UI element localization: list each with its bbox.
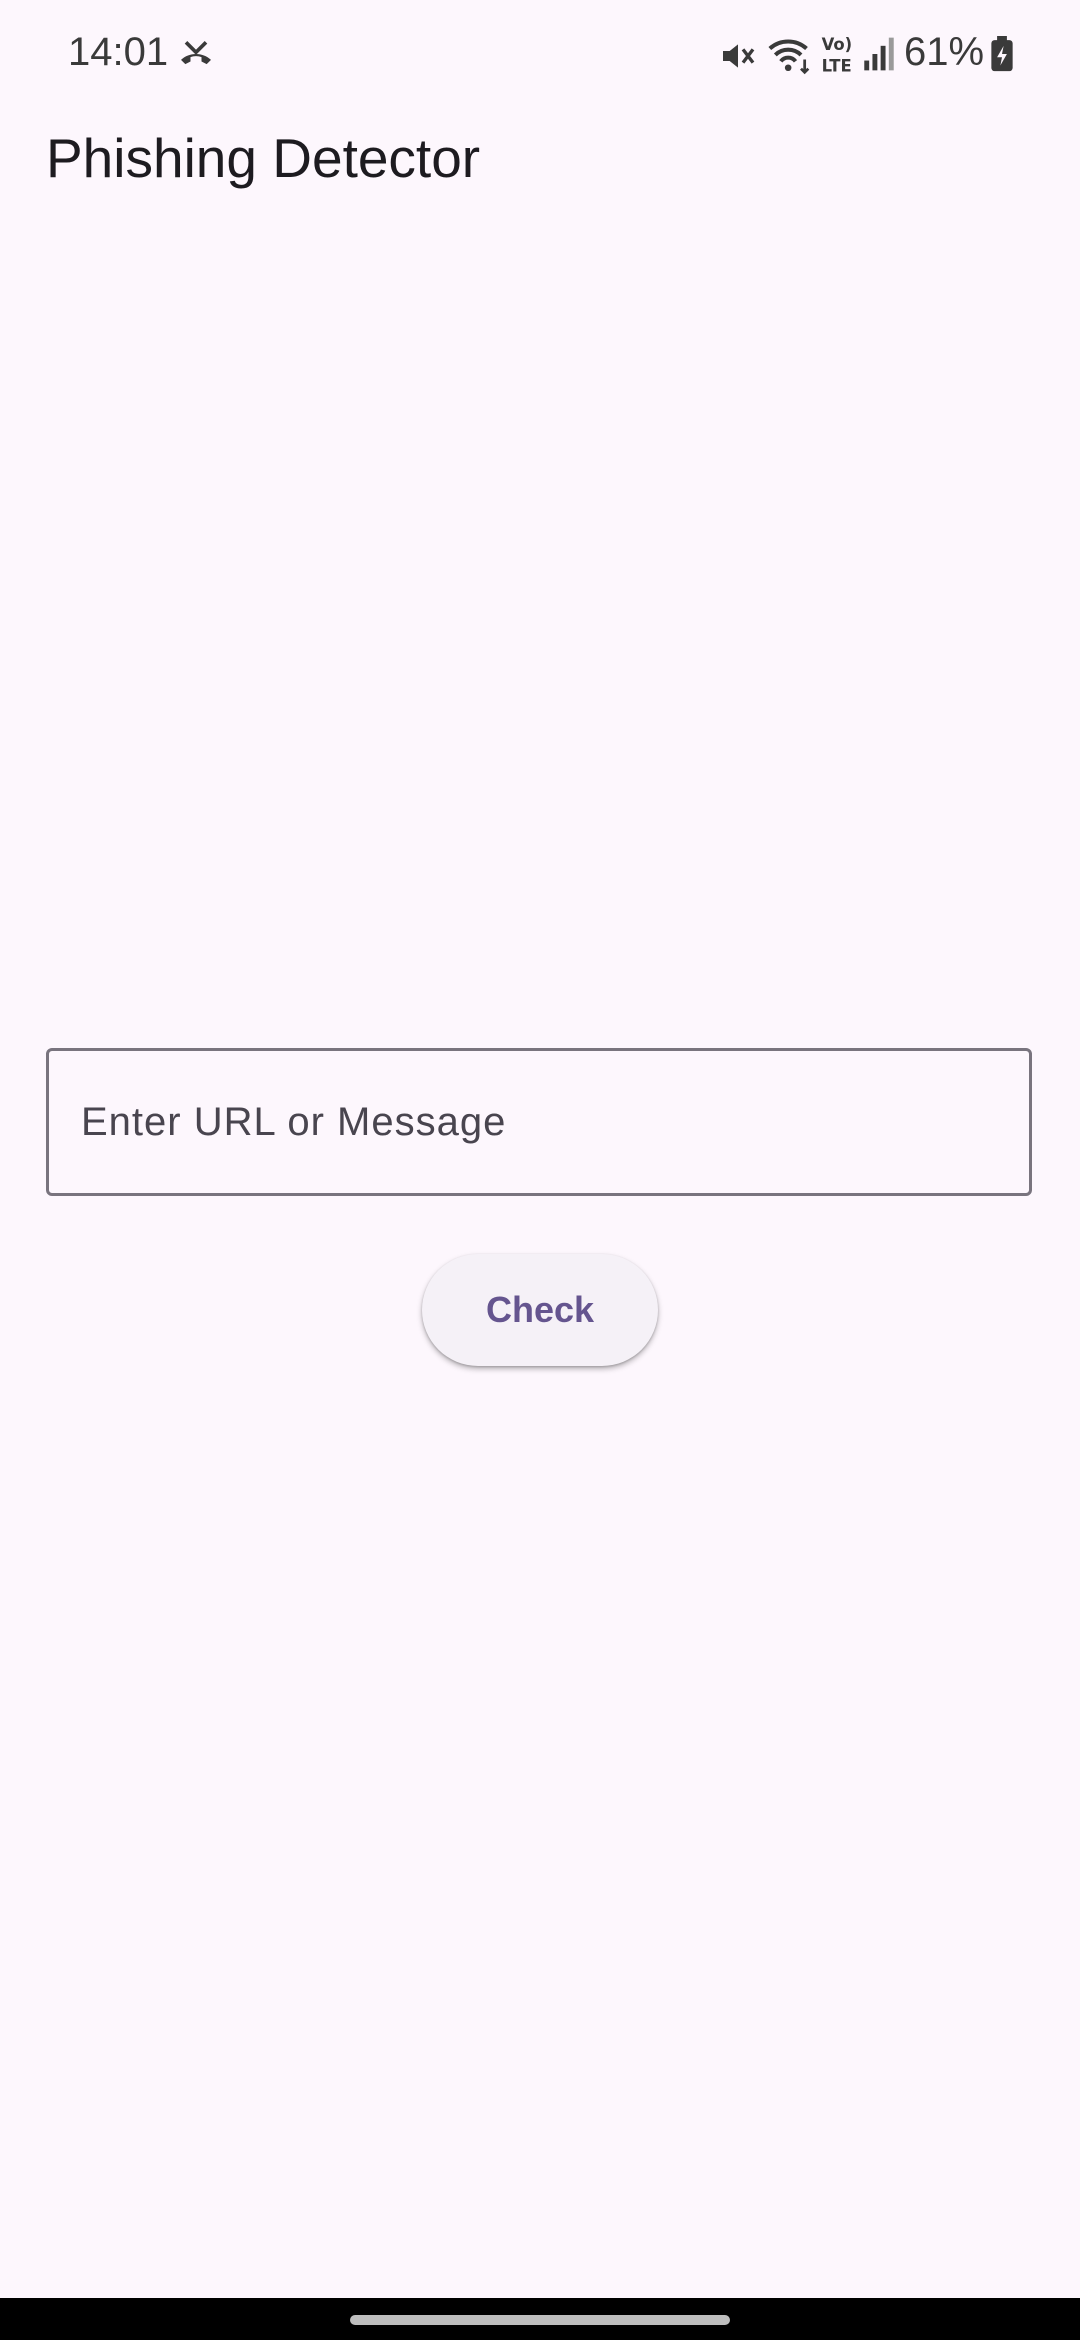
- signal-icon: [864, 37, 894, 71]
- page-title: Phishing Detector: [46, 127, 481, 189]
- status-bar: 14:01 Vo) LTE 61%: [0, 0, 1080, 104]
- wifi-icon: [768, 39, 810, 75]
- url-message-input[interactable]: [46, 1048, 1032, 1196]
- volte-icon: Vo) LTE: [822, 35, 853, 75]
- battery-icon: [991, 36, 1013, 72]
- status-icons: Vo) LTE 61%: [0, 22, 1080, 82]
- battery-percent: 61%: [904, 30, 985, 74]
- mute-icon: [723, 44, 755, 68]
- home-indicator[interactable]: [350, 2315, 730, 2325]
- screen: 14:01 Vo) LTE 61% Phishing Detector Ente…: [0, 0, 1080, 2340]
- svg-text:Vo): Vo): [822, 35, 853, 54]
- navigation-bar: [0, 2298, 1080, 2340]
- svg-text:LTE: LTE: [822, 56, 852, 75]
- check-button[interactable]: Check: [422, 1254, 658, 1366]
